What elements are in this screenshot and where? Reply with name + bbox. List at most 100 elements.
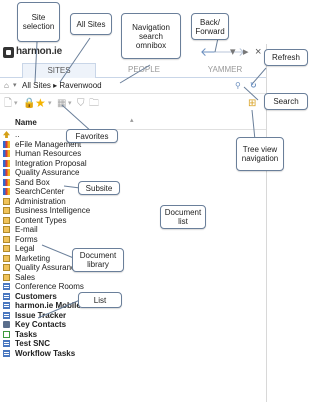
view-grid-icon[interactable]: ▦ xyxy=(57,97,66,111)
library-icon xyxy=(3,207,10,214)
site-icon xyxy=(3,150,10,157)
list-item[interactable]: Administration xyxy=(0,197,266,207)
list-item[interactable]: Content Types xyxy=(0,216,266,226)
app-logo-text: harmon.ie xyxy=(16,46,62,57)
list-item[interactable]: .. xyxy=(0,130,266,140)
list-item-label: Human Resources xyxy=(15,149,82,158)
list-item-label: Tasks xyxy=(15,329,38,339)
panel-menu-icon[interactable]: ▾ xyxy=(230,45,236,59)
list-item-label: Forms xyxy=(15,234,38,244)
list-item[interactable]: harmon.ie Mobile Users xyxy=(0,301,266,311)
home-icon[interactable]: ⌂ xyxy=(4,78,9,93)
list-item[interactable]: Customers xyxy=(0,292,266,302)
list-item-label: Marketing xyxy=(15,253,51,263)
navigation-omnibox[interactable]: ⌂ ▾ All Sites ▸ Ravenwood ⚲ ↻ xyxy=(0,78,266,94)
callout-list: List xyxy=(78,292,122,308)
list-item[interactable]: SearchCenter xyxy=(0,187,266,197)
list-icon xyxy=(3,349,10,357)
list-item[interactable]: Sales xyxy=(0,273,266,283)
list-item[interactable]: Test SNC xyxy=(0,339,266,349)
close-icon[interactable]: × xyxy=(255,45,261,59)
list-item[interactable]: Integration Proposal xyxy=(0,159,266,169)
library-icon xyxy=(3,235,10,243)
callout-favorites: Favorites xyxy=(66,129,118,143)
document-list: .. eFile Management Human Resources Integra… xyxy=(0,130,266,358)
list-item-label: Administration xyxy=(15,196,66,206)
new-dropdown-icon[interactable]: ▾ xyxy=(14,97,18,111)
task-icon xyxy=(3,330,10,338)
list-item-label: Integration Proposal xyxy=(15,158,87,168)
site-selection-dropdown-icon[interactable]: ▾ xyxy=(13,78,17,93)
refresh-icon[interactable]: ↻ xyxy=(250,78,257,93)
panel-pin-icon[interactable]: ▸ xyxy=(243,45,249,59)
tab-yammer[interactable]: YAMMER xyxy=(186,63,264,77)
column-header-label: Name xyxy=(15,118,37,127)
library-icon xyxy=(3,226,10,233)
callout-document-library: Document library xyxy=(72,248,124,272)
list-item-label: Test SNC xyxy=(15,339,50,348)
list-item-label: E-mail xyxy=(15,225,38,234)
view-dropdown-icon[interactable]: ▾ xyxy=(68,97,72,111)
list-item-label: Sand Box xyxy=(15,177,50,187)
list-item[interactable]: Business Intelligence xyxy=(0,206,266,216)
list-item-label: SearchCenter xyxy=(15,187,65,196)
toolbar: 🗋 ▾ 🔒 ★ ▾ ▦ ▾ ⛉ 🗀 ⊞ xyxy=(0,96,266,112)
callout-site-selection: Site selection xyxy=(17,2,60,42)
list-item[interactable]: Human Resources xyxy=(0,149,266,159)
list-item-label: Sales xyxy=(15,272,36,282)
list-item-label: Key Contacts xyxy=(15,320,67,329)
callout-document-list: Document list xyxy=(160,205,206,229)
tree-view-icon[interactable]: ⊞ xyxy=(248,97,256,111)
lock-icon[interactable]: 🔒 xyxy=(23,97,35,111)
list-item[interactable]: E-mail xyxy=(0,225,266,235)
site-icon xyxy=(3,188,10,195)
tab-bar: SITES PEOPLE YAMMER xyxy=(0,63,266,78)
folder-icon[interactable]: 🗀 xyxy=(89,97,99,111)
list-item[interactable]: eFile Management xyxy=(0,140,266,150)
contact-icon xyxy=(3,321,10,328)
new-document-icon[interactable]: 🗋 xyxy=(4,97,12,111)
harmonie-panel: harmon.ie 🡐 🡒 ▾ ▸ × SITES PEOPLE YAMMER … xyxy=(0,44,267,402)
favorites-star-icon[interactable]: ★ xyxy=(35,97,46,110)
filter-icon[interactable]: ⛉ xyxy=(77,97,85,111)
list-item[interactable]: Legal xyxy=(0,244,266,254)
list-item-label: Workflow Tasks xyxy=(15,348,76,358)
search-icon[interactable]: ⚲ xyxy=(235,78,241,93)
harmonie-logo-icon xyxy=(3,47,14,58)
list-item[interactable]: Tasks xyxy=(0,330,266,340)
list-item[interactable]: Key Contacts xyxy=(0,320,266,330)
callout-refresh: Refresh xyxy=(264,49,308,66)
callout-search: Search xyxy=(264,93,308,110)
callout-navigation-omnibox: Navigation search omnibox xyxy=(121,13,181,59)
tab-people[interactable]: PEOPLE xyxy=(104,63,184,77)
callout-tree-view-navigation: Tree view navigation xyxy=(236,137,284,171)
favorites-dropdown-icon[interactable]: ▾ xyxy=(48,97,52,111)
list-item-label: Business Intelligence xyxy=(15,206,91,215)
list-item[interactable]: Issue Tracker xyxy=(0,311,266,321)
list-item-label: Quality Assurance xyxy=(15,168,80,177)
list-item[interactable]: Quality Assurance xyxy=(0,168,266,178)
list-icon xyxy=(3,302,10,309)
list-item[interactable]: Sand Box xyxy=(0,178,266,188)
list-item[interactable]: Conference Rooms xyxy=(0,282,266,292)
list-item-label: .. xyxy=(15,130,20,139)
list-item[interactable]: Quality Assurance xyxy=(0,263,266,273)
sort-indicator-icon: ▴ xyxy=(130,117,134,124)
list-item-label: Conference Rooms xyxy=(15,282,84,291)
tab-sites[interactable]: SITES xyxy=(22,63,96,78)
list-item-label: Customers xyxy=(15,291,57,301)
list-item[interactable]: Workflow Tasks xyxy=(0,349,266,359)
callout-back-forward: Back/ Forward xyxy=(191,13,229,40)
site-icon xyxy=(3,140,10,148)
library-icon xyxy=(3,264,10,271)
list-item[interactable]: Forms xyxy=(0,235,266,245)
list-item-label: Content Types xyxy=(15,215,67,225)
list-icon xyxy=(3,311,10,319)
list-item-label: Legal xyxy=(15,244,35,253)
callout-subsite: Subsite xyxy=(78,181,120,195)
name-column-header[interactable]: Name ▴ xyxy=(0,116,266,130)
breadcrumb-path[interactable]: All Sites ▸ Ravenwood xyxy=(22,78,102,93)
site-icon xyxy=(3,169,10,176)
list-item[interactable]: Marketing xyxy=(0,254,266,264)
library-icon xyxy=(3,216,10,224)
